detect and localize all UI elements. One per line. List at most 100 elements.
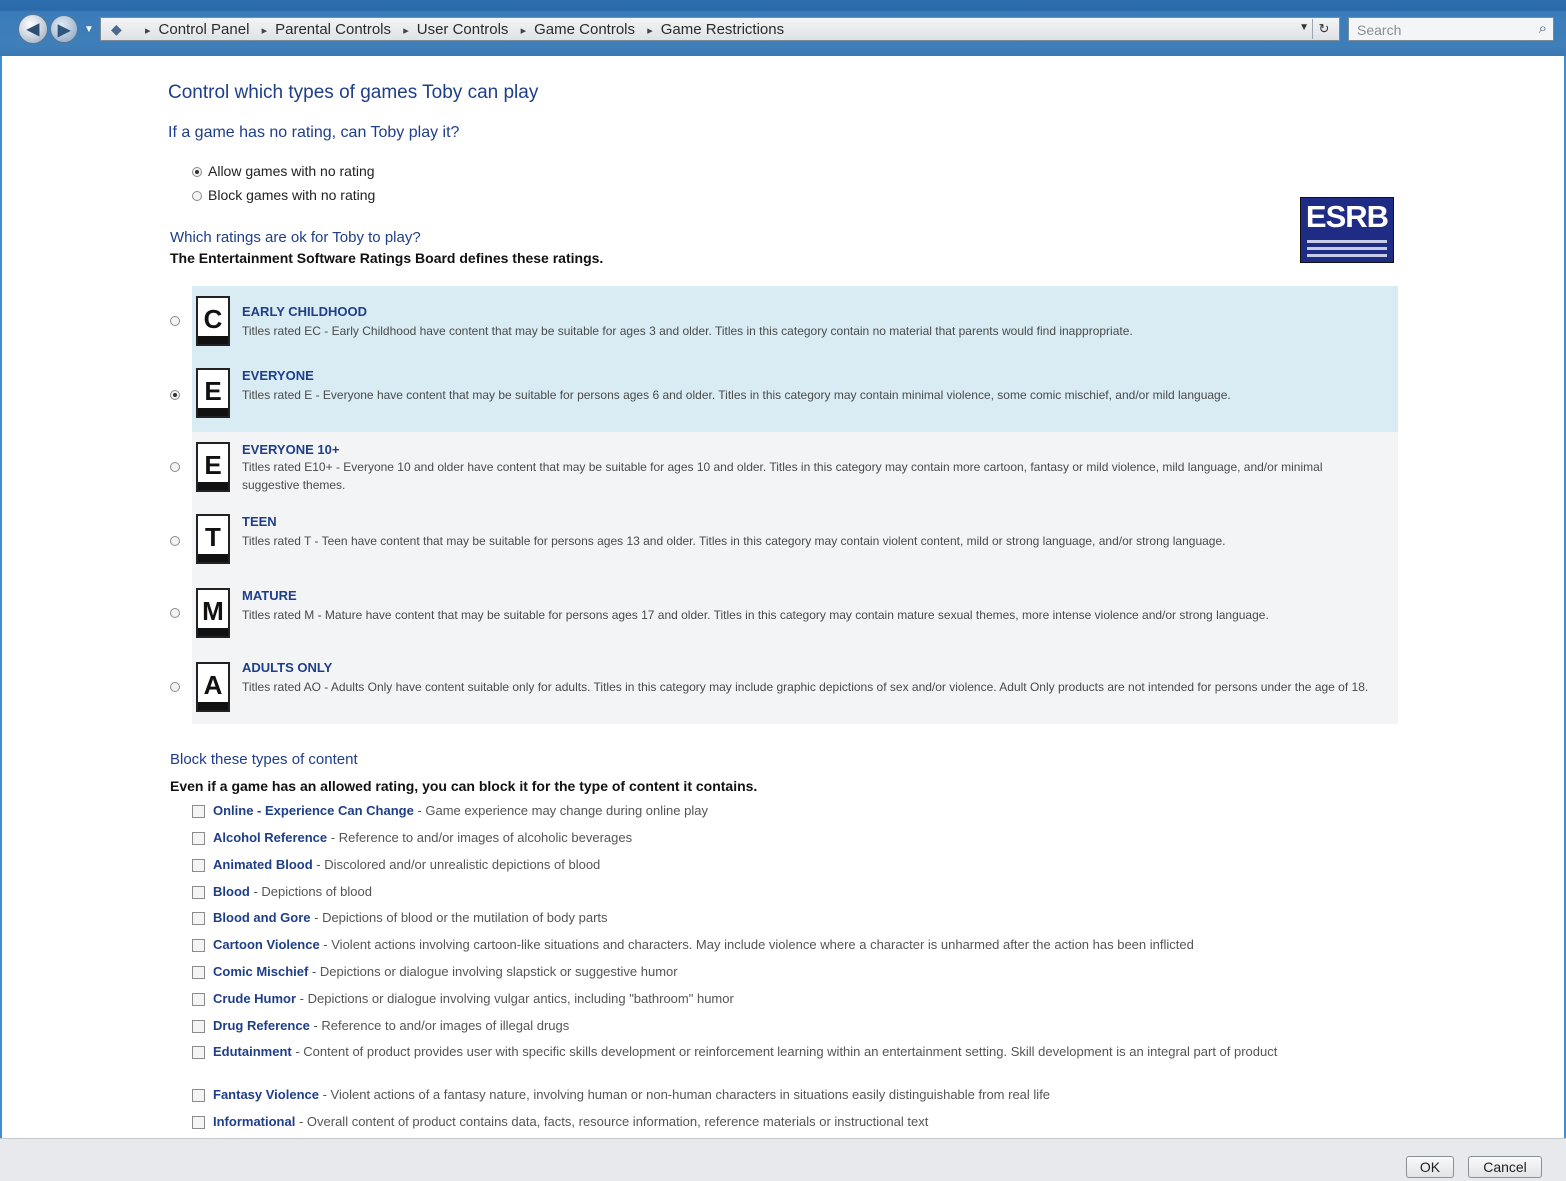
- rating-description: Titles rated T - Teen have content that …: [242, 534, 1226, 548]
- rating-name: TEEN: [242, 514, 277, 529]
- radio-button[interactable]: [192, 191, 202, 202]
- radio-label: Allow games with no rating: [208, 163, 375, 179]
- address-dropdown-icon[interactable]: ▼: [1299, 22, 1309, 33]
- recent-pages-dropdown-icon[interactable]: ▼: [84, 24, 94, 35]
- rating-ec-icon: C: [196, 296, 230, 346]
- content-label[interactable]: Fantasy Violence: [213, 1087, 319, 1102]
- address-bar[interactable]: ◆ ▸ Control Panel ▸ Parental Controls ▸ Use…: [100, 17, 1340, 41]
- rating-description: Titles rated E10+ - Everyone 10 and olde…: [242, 460, 1323, 492]
- content-checkbox-row[interactable]: Animated Blood - Discolored and/or unrea…: [192, 856, 1382, 874]
- rating-radio[interactable]: [170, 390, 180, 400]
- rating-description: Titles rated M - Mature have content tha…: [242, 608, 1269, 622]
- rating-adults-only[interactable]: A ADULTS ONLY Titles rated AO - Adults O…: [170, 650, 1398, 724]
- content-checkbox-row[interactable]: Informational - Overall content of produ…: [192, 1113, 1382, 1131]
- checkbox[interactable]: [192, 1020, 205, 1034]
- content-checkbox-row[interactable]: Drug Reference - Reference to and/or ima…: [192, 1017, 1382, 1035]
- content-label[interactable]: Cartoon Violence: [213, 937, 320, 952]
- content-description: Violent actions involving cartoon-like s…: [331, 937, 1194, 952]
- breadcrumb-item[interactable]: User Controls: [417, 21, 509, 38]
- rating-radio[interactable]: [170, 608, 180, 618]
- rating-letter: M: [202, 596, 224, 626]
- ok-button[interactable]: OK: [1406, 1156, 1454, 1178]
- chevron-right-icon: ▸: [261, 25, 268, 37]
- rating-everyone[interactable]: E EVERYONE Titles rated E - Everyone hav…: [170, 356, 1398, 432]
- content-label[interactable]: Alcohol Reference: [213, 830, 327, 845]
- rating-everyone-10-plus[interactable]: E EVERYONE 10+ Titles rated E10+ - Every…: [170, 432, 1398, 504]
- back-button[interactable]: ◀: [18, 14, 48, 44]
- refresh-icon[interactable]: ↻: [1312, 19, 1335, 39]
- checkbox[interactable]: [192, 966, 205, 980]
- rating-letter: A: [203, 670, 223, 700]
- logo-stripe: [1307, 254, 1387, 257]
- cancel-button[interactable]: Cancel: [1468, 1156, 1542, 1178]
- rating-m-icon: M: [196, 588, 230, 638]
- content-label[interactable]: Blood and Gore: [213, 910, 311, 925]
- content-label[interactable]: Drug Reference: [213, 1018, 310, 1033]
- checkbox[interactable]: [192, 832, 205, 846]
- ratings-question: Which ratings are ok for Toby to play?: [170, 229, 421, 246]
- content-label[interactable]: Blood: [213, 884, 250, 899]
- rating-radio[interactable]: [170, 462, 180, 472]
- checkbox[interactable]: [192, 993, 205, 1007]
- block-no-rating-radio[interactable]: Block games with no rating: [192, 187, 375, 203]
- content-checkbox-row[interactable]: Cartoon Violence - Violent actions invol…: [192, 936, 1382, 954]
- rating-radio[interactable]: [170, 536, 180, 546]
- breadcrumb-item[interactable]: Parental Controls: [275, 21, 391, 38]
- content-description: Depictions or dialogue involving slapsti…: [319, 964, 678, 979]
- forward-arrow-icon: ▶: [57, 22, 71, 39]
- allow-no-rating-radio[interactable]: Allow games with no rating: [192, 163, 375, 179]
- rating-letter: T: [205, 522, 221, 552]
- content-checkbox-row[interactable]: Fantasy Violence - Violent actions of a …: [192, 1086, 1382, 1104]
- checkbox[interactable]: [192, 939, 205, 953]
- content-description: Discolored and/or unrealistic depictions…: [324, 857, 601, 872]
- rating-e-icon: E: [196, 368, 230, 418]
- checkbox[interactable]: [192, 912, 205, 926]
- rating-ao-icon: A: [196, 662, 230, 712]
- rating-mature[interactable]: M MATURE Titles rated M - Mature have co…: [170, 578, 1398, 650]
- breadcrumb-item[interactable]: Game Controls: [534, 21, 635, 38]
- rating-t-icon: T: [196, 514, 230, 564]
- rating-teen[interactable]: T TEEN Titles rated T - Teen have conten…: [170, 504, 1398, 578]
- content-label[interactable]: Informational: [213, 1114, 295, 1129]
- icon-footer: [198, 702, 228, 710]
- no-rating-question: If a game has no rating, can Toby play i…: [168, 124, 460, 141]
- content-checkbox-row[interactable]: Blood and Gore - Depictions of blood or …: [192, 909, 1382, 927]
- content-label[interactable]: Comic Mischief: [213, 964, 308, 979]
- checkbox[interactable]: [192, 1046, 205, 1060]
- rating-radio[interactable]: [170, 682, 180, 692]
- forward-button[interactable]: ▶: [50, 15, 78, 43]
- content-checkbox-row[interactable]: Blood - Depictions of blood: [192, 883, 1382, 901]
- icon-footer: [198, 336, 228, 344]
- checkbox[interactable]: [192, 1089, 205, 1103]
- content-checkbox-row[interactable]: Crude Humor - Depictions or dialogue inv…: [192, 990, 1382, 1008]
- checkbox[interactable]: [192, 1116, 205, 1130]
- content-checkbox-row[interactable]: Edutainment - Content of product provide…: [192, 1043, 1382, 1061]
- title-address-bar: ◀ ▶ ▼ ◆ ▸ Control Panel ▸ Parental Control…: [0, 0, 1566, 56]
- content-checkbox-row[interactable]: Alcohol Reference - Reference to and/or …: [192, 829, 1382, 847]
- search-input[interactable]: Search ⌕: [1348, 17, 1554, 41]
- checkbox[interactable]: [192, 859, 205, 873]
- content-checkbox-row[interactable]: Comic Mischief - Depictions or dialogue …: [192, 963, 1382, 981]
- checkbox[interactable]: [192, 886, 205, 900]
- rating-radio[interactable]: [170, 316, 180, 326]
- content-label[interactable]: Edutainment: [213, 1044, 292, 1059]
- rating-description: Titles rated EC - Early Childhood have c…: [242, 324, 1133, 338]
- content-checkbox-row[interactable]: Online - Experience Can Change - Game ex…: [192, 802, 1382, 820]
- content-description: Depictions of blood or the mutilation of…: [322, 910, 608, 925]
- content-block-question: Block these types of content: [170, 751, 358, 768]
- radio-button[interactable]: [192, 167, 202, 178]
- chevron-right-icon: ▸: [520, 25, 527, 37]
- chevron-right-icon: ▸: [403, 25, 409, 37]
- content-label[interactable]: Crude Humor: [213, 991, 296, 1006]
- rating-early-childhood[interactable]: C EARLY CHILDHOOD Titles rated EC - Earl…: [170, 286, 1398, 356]
- breadcrumb-item[interactable]: Game Restrictions: [661, 21, 784, 38]
- checkbox[interactable]: [192, 805, 205, 819]
- content-label[interactable]: Online - Experience Can Change: [213, 803, 414, 818]
- icon-footer: [198, 482, 228, 490]
- ratings-note: The Entertainment Software Ratings Board…: [170, 250, 604, 266]
- breadcrumb-item[interactable]: Control Panel: [159, 21, 250, 38]
- content-label[interactable]: Animated Blood: [213, 857, 313, 872]
- rating-name: ADULTS ONLY: [242, 660, 333, 675]
- rating-name: MATURE: [242, 588, 297, 603]
- search-icon[interactable]: ⌕: [1539, 20, 1547, 37]
